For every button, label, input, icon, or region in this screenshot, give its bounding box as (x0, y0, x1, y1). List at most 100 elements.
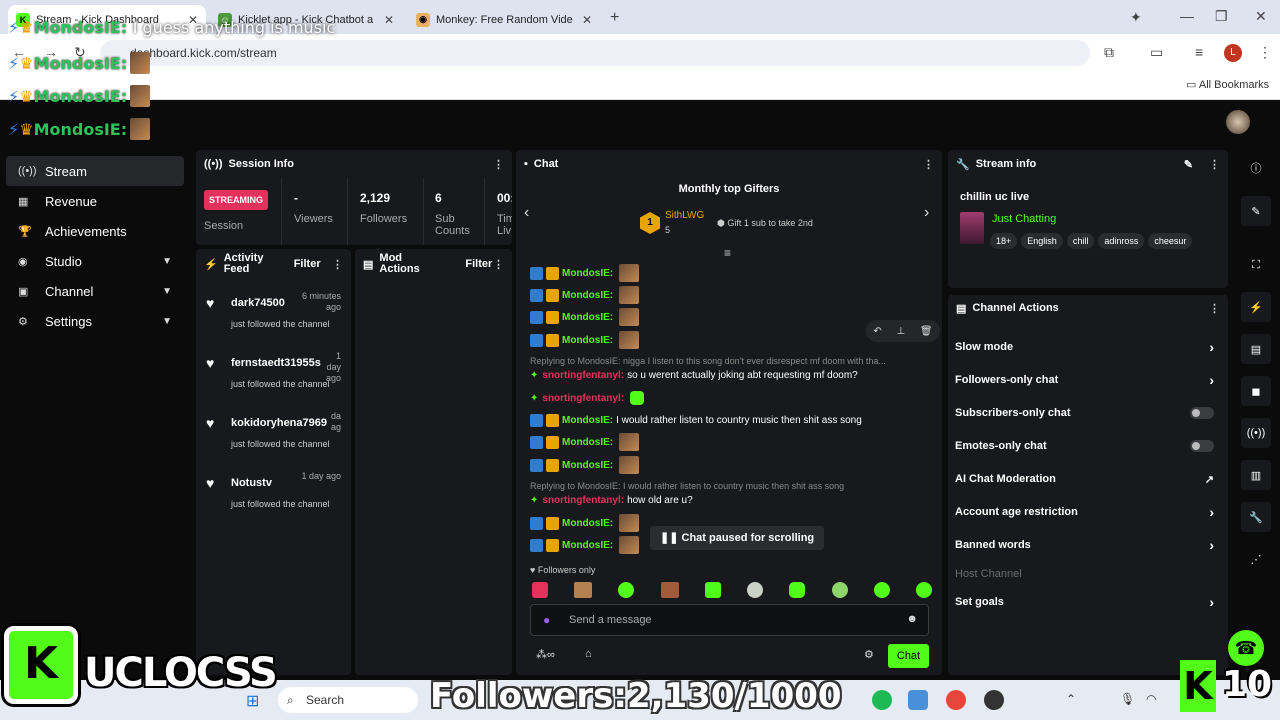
close-icon[interactable]: ✕ (378, 13, 394, 27)
reply-icon[interactable]: ↶ (873, 326, 881, 337)
profile-avatar[interactable]: L (1224, 44, 1242, 62)
window-close-icon[interactable]: ✕ (1255, 8, 1267, 25)
gift-icon: ⬢ (717, 218, 728, 228)
chat-username[interactable]: snortingfentanyl: (542, 495, 624, 506)
more-icon[interactable]: ⋮ (923, 158, 934, 171)
chat-username[interactable]: MondosIE: (562, 460, 613, 471)
layout-icon[interactable]: ▥ (1241, 460, 1271, 490)
menu-icon[interactable]: ⋮ (1258, 44, 1272, 61)
wifi-icon[interactable]: ◠ (1146, 692, 1156, 706)
banned-words-row[interactable]: Banned words › (955, 530, 1220, 560)
category-link[interactable]: Just Chatting (992, 213, 1056, 225)
sidebar-item-studio[interactable]: ◉ Studio ▼ (6, 246, 184, 276)
close-icon[interactable]: ✕ (576, 13, 592, 27)
filter-button[interactable]: Filter (294, 258, 321, 270)
notes-icon[interactable]: ▤ (1241, 334, 1271, 364)
chevron-right-icon[interactable]: › (924, 204, 929, 222)
chrome-icon[interactable] (946, 690, 966, 710)
store-icon[interactable]: ⌂ (585, 648, 592, 660)
media-icon[interactable]: ≡ (1195, 44, 1203, 60)
chat-username[interactable]: MondosIE: (562, 335, 613, 346)
user-avatar[interactable] (1226, 110, 1250, 134)
bookmarks-bar: ▭ All Bookmarks (0, 72, 1280, 100)
send-chat-button[interactable]: Chat (888, 644, 929, 668)
spotify-icon[interactable] (872, 690, 892, 710)
microphone-icon[interactable]: ● (543, 613, 550, 627)
tray-chevron-icon[interactable]: ⌃ (1066, 692, 1076, 706)
sidebar-item-stream[interactable]: ((•)) Stream (6, 156, 184, 186)
more-icon[interactable]: ⋮ (332, 258, 343, 271)
chat-paused-button[interactable]: ❚❚ Chat paused for scrolling (650, 526, 825, 550)
edit-icon[interactable]: ✎ (1184, 158, 1193, 171)
account-age-row[interactable]: Account age restriction › (955, 497, 1220, 527)
chat-username[interactable]: MondosIE: (562, 312, 613, 323)
maximize-icon[interactable]: ❐ (1215, 8, 1228, 25)
chat-username[interactable]: MondosIE: (562, 540, 613, 551)
sidebar-item-settings[interactable]: ⚙ Settings ▼ (6, 306, 184, 336)
broadcast-icon[interactable]: ((•)) (1241, 418, 1271, 448)
collapse-icon[interactable]: ≡ (724, 246, 731, 260)
settings-app-icon[interactable] (908, 690, 928, 710)
cast-icon[interactable]: ▭ (1150, 44, 1163, 61)
tools-icon[interactable]: 🔧 (1241, 502, 1271, 532)
subscribers-only-toggle[interactable] (1190, 407, 1214, 419)
emote-image[interactable] (618, 582, 635, 598)
taskbar-search[interactable]: ⌕ Search (278, 687, 418, 713)
more-icon[interactable]: ⋮ (493, 158, 504, 171)
emote-image[interactable] (915, 582, 932, 598)
emote-image[interactable] (660, 582, 679, 598)
tab-monkey[interactable]: ◉ Monkey: Free Random Vide ✕ (408, 5, 600, 34)
chat-bubble-icon[interactable]: ◼ (1241, 376, 1271, 406)
filter-button[interactable]: Filter (465, 258, 492, 270)
all-bookmarks-button[interactable]: ▭ All Bookmarks (1186, 78, 1269, 91)
delete-icon[interactable]: 🗑 (920, 326, 933, 337)
followers-only-row[interactable]: Followers-only chat › (955, 365, 1220, 395)
more-icon[interactable]: ⋮ (1209, 302, 1220, 315)
more-icon[interactable]: ⋮ (1209, 158, 1220, 171)
chat-username[interactable]: MondosIE: (562, 437, 613, 448)
emote-image[interactable] (873, 582, 890, 598)
fullscreen-icon[interactable]: ⛶ (1241, 250, 1271, 280)
emoji-icon[interactable]: ☻ (906, 613, 918, 625)
share-icon[interactable]: ⋰ (1241, 544, 1271, 574)
quick-actions-icon[interactable]: ⚡ (1241, 292, 1271, 322)
og-badge-icon (530, 333, 543, 347)
emote-image[interactable] (704, 582, 721, 598)
chat-username[interactable]: MondosIE: (562, 415, 613, 426)
microphone-tray-icon[interactable]: 🎙 (1120, 692, 1135, 706)
sidebar-item-channel[interactable]: ▣ Channel ▼ (6, 276, 184, 306)
url-field[interactable]: dashboard.kick.com/stream (100, 40, 1090, 66)
new-tab-button[interactable]: + (610, 9, 619, 27)
chat-username[interactable]: MondosIE: (562, 268, 613, 279)
emote-image[interactable] (574, 582, 593, 598)
emotes-only-toggle[interactable] (1190, 440, 1214, 452)
ai-moderation-row[interactable]: AI Chat Moderation ↗ (955, 464, 1220, 494)
slow-mode-row[interactable]: Slow mode › (955, 332, 1220, 362)
chat-username[interactable]: snortingfentanyl: (542, 393, 624, 404)
info-icon[interactable]: ⓘ (1241, 153, 1271, 183)
chat-username[interactable]: MondosIE: (562, 518, 613, 529)
gemini-icon[interactable]: ✦ (1130, 9, 1142, 26)
emote-image[interactable] (532, 582, 548, 598)
chat-input[interactable]: ● Send a message ☻ (530, 604, 929, 636)
pin-icon[interactable]: ⊥ (896, 326, 905, 337)
chat-settings-icon[interactable]: ⚙ (864, 648, 874, 661)
app-icon[interactable] (984, 690, 1004, 710)
edit-stream-icon[interactable]: ✎ (1241, 196, 1271, 226)
support-chat-icon[interactable]: ☎ (1228, 630, 1264, 666)
set-goals-row[interactable]: Set goals › (955, 587, 1220, 617)
gear-icon: ⚙ (18, 315, 28, 328)
extensions-icon[interactable]: ⧉ (1104, 44, 1114, 61)
minimize-icon[interactable]: — (1180, 8, 1194, 24)
sidebar-item-revenue[interactable]: ▦ Revenue (6, 186, 184, 216)
more-icon[interactable]: ⋮ (493, 258, 504, 271)
emote-image[interactable] (747, 582, 764, 598)
chat-username[interactable]: MondosIE: (562, 290, 613, 301)
sidebar-item-achievements[interactable]: 🏆 Achievements (6, 216, 184, 246)
infinity-icon[interactable]: ⁂∞ (536, 648, 555, 661)
emote-image[interactable] (831, 582, 848, 598)
gift-prompt[interactable]: ⬢ Gift 1 sub to take 2nd (717, 218, 813, 229)
chevron-left-icon[interactable]: ‹ (524, 204, 529, 222)
chat-username[interactable]: snortingfentanyl: (542, 370, 624, 381)
emote-image[interactable] (789, 582, 806, 598)
